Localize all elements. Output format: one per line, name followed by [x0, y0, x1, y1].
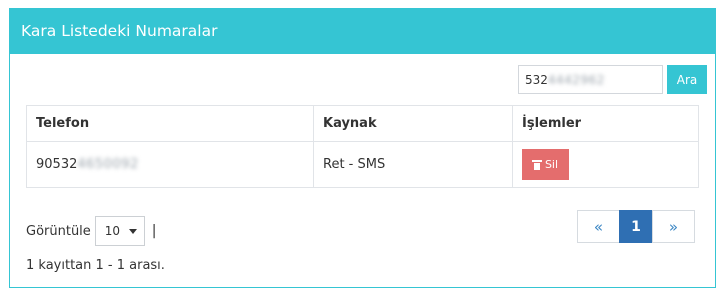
page-size-select[interactable]: 10 — [94, 216, 145, 246]
actions-cell: Sil — [512, 141, 699, 188]
page-size-label: Görüntüle — [26, 223, 91, 239]
blacklist-table: Telefon Kaynak İşlemler 905324650092 Ret… — [26, 105, 699, 188]
search-input[interactable]: 532 4442962 — [518, 65, 663, 94]
column-header-source[interactable]: Kaynak — [313, 105, 513, 142]
panel-title: Kara Listedeki Numaralar — [10, 9, 715, 54]
trash-icon — [531, 159, 542, 170]
search-value-hidden: 4442962 — [547, 72, 605, 87]
delete-button[interactable]: Sil — [522, 149, 569, 180]
table-header-row: Telefon Kaynak İşlemler — [26, 105, 699, 142]
phone-hidden: 4650092 — [77, 157, 139, 172]
search-row: 532 4442962 Ara — [518, 65, 707, 94]
search-button[interactable]: Ara — [667, 65, 707, 94]
page-size-row: Görüntüle 10 | — [26, 216, 157, 246]
page-1-button[interactable]: 1 — [619, 210, 653, 243]
record-info: 1 kayıttan 1 - 1 arası. — [26, 258, 165, 273]
pagination: « 1 » — [577, 210, 695, 243]
chevron-down-icon — [128, 228, 137, 234]
blacklist-panel: Kara Listedeki Numaralar 532 4442962 Ara … — [9, 8, 716, 288]
phone-prefix: 90532 — [36, 157, 78, 172]
delete-label: Sil — [544, 158, 559, 171]
column-header-phone[interactable]: Telefon — [26, 105, 314, 142]
separator: | — [151, 223, 157, 239]
source-cell: Ret - SMS — [313, 141, 513, 188]
column-header-actions: İşlemler — [512, 105, 699, 142]
next-page-button[interactable]: » — [652, 210, 695, 243]
phone-cell: 905324650092 — [26, 141, 314, 188]
page-size-value: 10 — [104, 224, 121, 238]
search-value-prefix: 532 — [525, 72, 548, 87]
prev-page-button[interactable]: « — [577, 210, 620, 243]
table-row: 905324650092 Ret - SMS Sil — [26, 141, 699, 188]
